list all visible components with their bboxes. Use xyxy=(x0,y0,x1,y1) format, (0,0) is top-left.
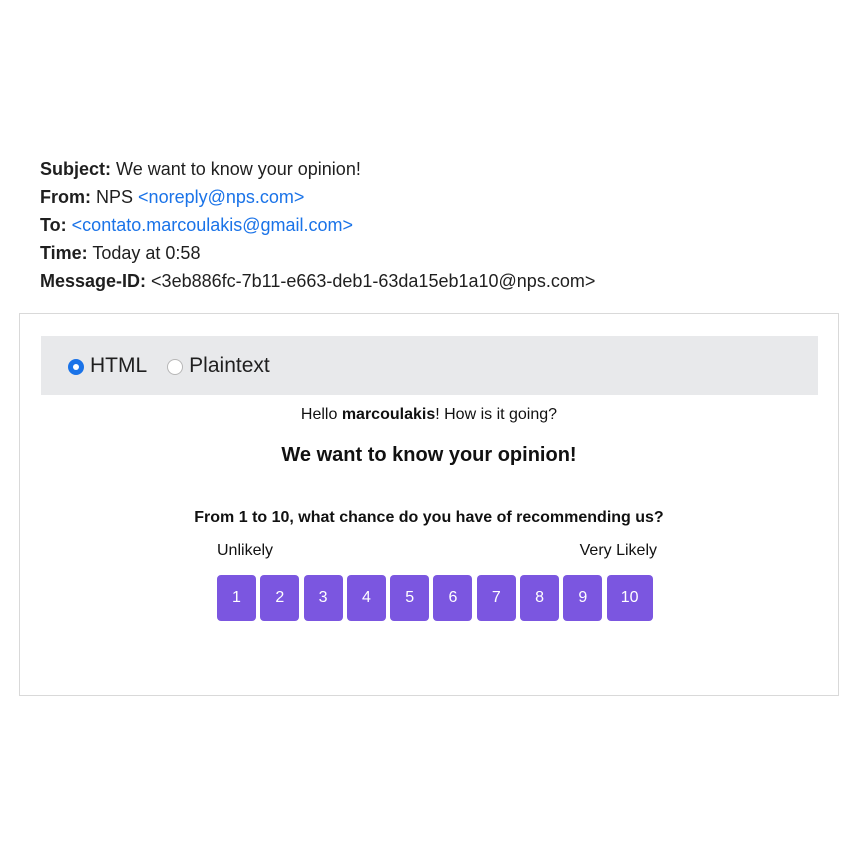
plaintext-radio-button[interactable] xyxy=(167,359,184,375)
message-id-value: <3eb886fc-7b11-e663-deb1-63da15eb1a10@np… xyxy=(151,271,596,291)
score-button-6[interactable]: 6 xyxy=(433,575,473,621)
score-button-3[interactable]: 3 xyxy=(303,575,343,621)
from-name: NPS xyxy=(96,187,134,207)
plaintext-radio-label: Plaintext xyxy=(189,353,270,377)
score-button-2[interactable]: 2 xyxy=(260,575,300,621)
score-button-5[interactable]: 5 xyxy=(390,575,430,621)
email-headers: Subject: We want to know your opinion! F… xyxy=(40,155,595,295)
message-id-label: Message-ID: xyxy=(40,271,147,291)
greeting-prefix: Hello xyxy=(300,406,342,423)
view-mode-bar: HTML Plaintext xyxy=(41,336,818,395)
greeting-suffix: ! How is it going? xyxy=(435,406,558,423)
score-button-10[interactable]: 10 xyxy=(606,575,653,621)
time-label: Time: xyxy=(40,243,88,263)
score-button-8[interactable]: 8 xyxy=(520,575,560,621)
score-button-4[interactable]: 4 xyxy=(346,575,386,621)
html-radio-button[interactable] xyxy=(68,359,84,375)
message-id-row: Message-ID: <3eb886fc-7b11-e663-deb1-63d… xyxy=(40,267,595,295)
to-row: To: <contato.marcoulakis@gmail.com> xyxy=(40,211,595,239)
from-label: From: xyxy=(40,187,91,207)
time-value: Today at 0:58 xyxy=(92,243,201,263)
subject-label: Subject: xyxy=(40,159,112,179)
nps-question: From 1 to 10, what chance do you have of… xyxy=(194,509,664,526)
subject-row: Subject: We want to know your opinion! xyxy=(40,155,595,183)
view-mode-plaintext-option[interactable]: Plaintext xyxy=(167,354,270,378)
nps-score-scale: 1 2 3 4 5 6 7 8 9 10 xyxy=(217,575,657,621)
view-mode-html-option[interactable]: HTML xyxy=(68,354,147,378)
from-email-link[interactable]: <noreply@nps.com> xyxy=(138,187,304,207)
to-label: To: xyxy=(40,215,67,235)
score-button-1[interactable]: 1 xyxy=(217,575,256,621)
score-button-9[interactable]: 9 xyxy=(563,575,603,621)
time-row: Time: Today at 0:58 xyxy=(40,239,595,267)
scale-high-label: Very Likely xyxy=(579,542,657,559)
scale-labels: Unlikely Very Likely xyxy=(217,542,657,564)
score-button-7[interactable]: 7 xyxy=(476,575,516,621)
html-radio-label: HTML xyxy=(90,353,148,377)
greeting-text: Hello marcoulakis! How is it going? xyxy=(20,406,838,424)
scale-low-label: Unlikely xyxy=(217,542,274,559)
to-email-link[interactable]: <contato.marcoulakis@gmail.com> xyxy=(72,215,353,235)
email-title: We want to know your opinion! xyxy=(281,444,577,466)
email-preview-frame: HTML Plaintext Hello marcoulakis! How is… xyxy=(19,313,839,696)
greeting-name: marcoulakis xyxy=(341,406,436,423)
subject-value: We want to know your opinion! xyxy=(116,159,361,179)
from-row: From: NPS <noreply@nps.com> xyxy=(40,183,595,211)
